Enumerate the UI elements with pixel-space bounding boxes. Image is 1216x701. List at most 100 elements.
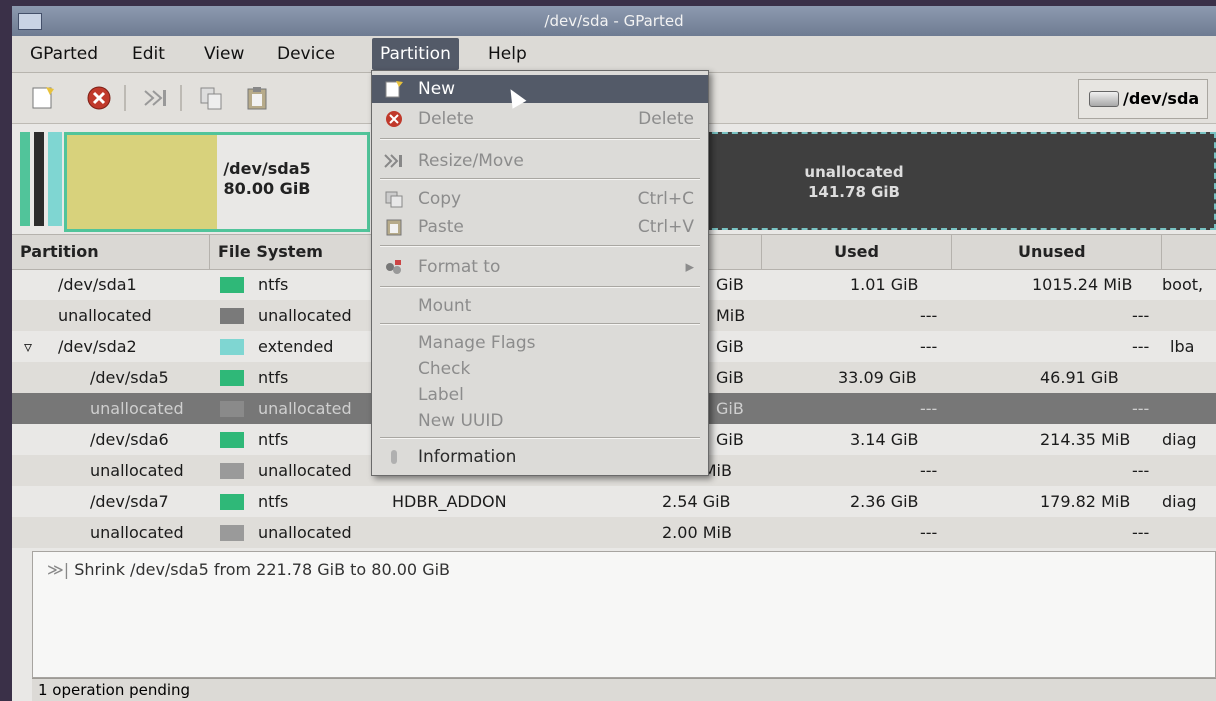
partition-block-sda5[interactable]: /dev/sda5 80.00 GiB <box>64 132 370 232</box>
unused-cell: --- <box>1132 337 1150 356</box>
resize-move-icon[interactable] <box>142 85 168 111</box>
fs-cell: ntfs <box>258 368 289 387</box>
menu-separator <box>380 323 700 325</box>
menu-item-paste[interactable]: Paste Ctrl+V <box>372 213 708 241</box>
used-cell: 33.09 GiB <box>838 368 917 387</box>
menu-item-format-to[interactable]: Format to ▸ <box>372 253 708 281</box>
size-cell: GiB <box>716 337 744 356</box>
pending-operations-pane: ≫| Shrink /dev/sda5 from 221.78 GiB to 8… <box>32 551 1216 678</box>
menu-view[interactable]: View <box>196 42 252 66</box>
device-selector[interactable]: /dev/sda <box>1078 79 1208 119</box>
menu-item-new[interactable]: New <box>372 75 708 103</box>
column-file-system[interactable]: File System <box>210 235 372 269</box>
menu-gparted[interactable]: GParted <box>22 42 106 66</box>
partition-cell: unallocated <box>58 306 152 325</box>
toolbar-separator <box>124 85 126 111</box>
info-icon <box>391 450 397 464</box>
unused-cell: 46.91 GiB <box>1040 368 1119 387</box>
unused-cell: --- <box>1132 461 1150 480</box>
menu-item-mount-label: Mount <box>418 296 472 316</box>
menu-item-copy[interactable]: Copy Ctrl+C <box>372 185 708 213</box>
menu-edit[interactable]: Edit <box>124 42 173 66</box>
unallocated-block-name: unallocated <box>804 163 904 181</box>
menu-partition[interactable]: Partition <box>372 38 459 70</box>
partition-cell: /dev/sda6 <box>90 430 169 449</box>
window-icon[interactable] <box>18 13 42 30</box>
title-bar: /dev/sda - GParted <box>12 6 1216 36</box>
menu-item-delete[interactable]: Delete Delete <box>372 105 708 133</box>
fs-color-swatch <box>220 432 244 448</box>
column-unused[interactable]: Unused <box>952 235 1162 269</box>
unused-cell: --- <box>1132 523 1150 542</box>
delete-partition-icon[interactable] <box>86 85 112 111</box>
paste-icon <box>386 219 402 236</box>
used-cell: 1.01 GiB <box>850 275 919 294</box>
menu-item-manage-flags[interactable]: Manage Flags <box>372 329 708 357</box>
menu-bar: GParted Edit View Device Partition Help <box>12 36 1216 73</box>
flags-cell: lba <box>1170 337 1195 356</box>
menu-item-copy-label: Copy <box>418 189 462 209</box>
fs-color-swatch <box>220 494 244 510</box>
table-row[interactable]: /dev/sda7 ntfs HDBR_ADDON 2.54 GiB 2.36 … <box>12 486 1216 517</box>
flags-cell: diag <box>1162 430 1197 449</box>
new-partition-icon[interactable] <box>30 85 56 111</box>
expander-icon[interactable]: ▿ <box>24 331 32 362</box>
menu-item-resize-move[interactable]: Resize/Move <box>372 147 708 175</box>
menu-item-check[interactable]: Check <box>372 355 708 383</box>
used-cell: 2.36 GiB <box>850 492 919 511</box>
device-label: /dev/sda <box>1123 89 1200 108</box>
fs-cell: ntfs <box>258 430 289 449</box>
fs-cell: ntfs <box>258 275 289 294</box>
pending-operation-item[interactable]: ≫| Shrink /dev/sda5 from 221.78 GiB to 8… <box>47 560 450 579</box>
partition-cell: /dev/sda2 <box>58 337 137 356</box>
used-cell: --- <box>920 337 938 356</box>
fs-color-swatch <box>220 525 244 541</box>
partition-block-extended[interactable] <box>48 132 62 226</box>
used-cell: 3.14 GiB <box>850 430 919 449</box>
partition-block-sda1[interactable] <box>20 132 30 226</box>
menu-item-mount[interactable]: Mount <box>372 292 708 320</box>
menu-item-paste-label: Paste <box>418 217 464 237</box>
partition-cell: unallocated <box>90 399 184 418</box>
fs-cell: ntfs <box>258 492 289 511</box>
menu-item-label[interactable]: Label <box>372 381 708 409</box>
partition-cell: /dev/sda1 <box>58 275 137 294</box>
menu-item-format-to-label: Format to <box>418 257 501 277</box>
toolbar-separator <box>180 85 182 111</box>
column-partition[interactable]: Partition <box>12 235 210 269</box>
menu-item-copy-accel: Ctrl+C <box>637 189 694 209</box>
partition-cell: /dev/sda7 <box>90 492 169 511</box>
menu-help[interactable]: Help <box>480 42 535 66</box>
format-icon <box>386 260 401 274</box>
fs-cell: extended <box>258 337 334 356</box>
menu-item-new-uuid-label: New UUID <box>418 411 504 431</box>
status-bar: 1 operation pending <box>32 678 1216 701</box>
partition-block-unallocated[interactable]: unallocated 141.78 GiB <box>692 132 1216 230</box>
window-title: /dev/sda - GParted <box>544 12 684 30</box>
copy-icon[interactable] <box>198 85 224 111</box>
unused-cell: 1015.24 MiB <box>1032 275 1133 294</box>
paste-icon[interactable] <box>244 85 270 111</box>
copy-icon <box>385 191 403 208</box>
unallocated-block-size: 141.78 GiB <box>808 183 900 201</box>
used-cell: --- <box>920 306 938 325</box>
size-cell: GiB <box>716 399 744 418</box>
used-cell: --- <box>920 461 938 480</box>
menu-item-information[interactable]: Information <box>372 443 708 471</box>
fs-color-swatch <box>220 401 244 417</box>
menu-item-new-uuid[interactable]: New UUID <box>372 407 708 435</box>
table-row[interactable]: unallocated unallocated 2.00 MiB --- --- <box>12 517 1216 548</box>
menu-separator <box>380 245 700 247</box>
menu-item-delete-accel: Delete <box>638 109 694 129</box>
fs-color-swatch <box>220 463 244 479</box>
menu-item-new-label: New <box>418 79 456 99</box>
menu-item-resize-move-label: Resize/Move <box>418 151 524 171</box>
partition-block-unallocated-small[interactable] <box>34 132 44 226</box>
menu-device[interactable]: Device <box>269 42 343 66</box>
column-used[interactable]: Used <box>762 235 952 269</box>
menu-item-paste-accel: Ctrl+V <box>637 217 694 237</box>
partition-block-sda5-size: 80.00 GiB <box>223 179 311 198</box>
fs-color-swatch <box>220 339 244 355</box>
size-cell: GiB <box>716 368 744 387</box>
size-cell: MiB <box>716 306 746 325</box>
